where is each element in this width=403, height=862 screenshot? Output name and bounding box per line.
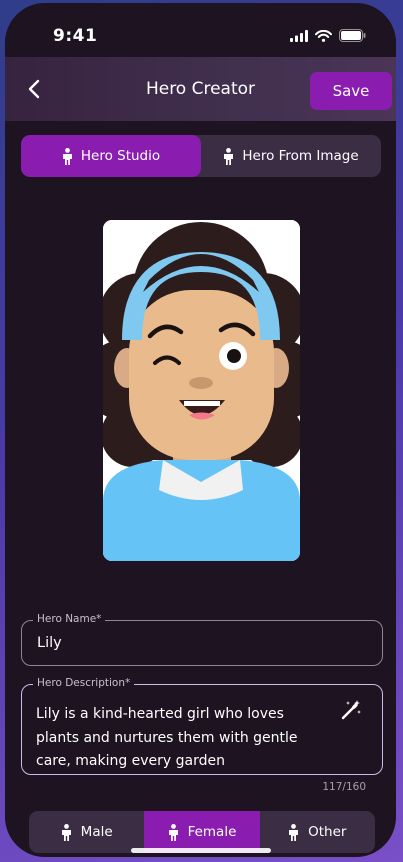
person-icon	[168, 823, 178, 841]
gender-option-female[interactable]: Female	[144, 811, 260, 853]
hero-avatar-preview[interactable]	[103, 220, 300, 561]
status-icons	[290, 29, 366, 42]
hero-description-label: Hero Description*	[33, 677, 135, 689]
gender-option-male[interactable]: Male	[29, 811, 144, 853]
gender-selector: Male Female Other	[29, 811, 375, 853]
gender-option-male-label: Male	[80, 824, 113, 840]
character-counter: 117/160	[322, 781, 366, 793]
hero-name-label: Hero Name*	[33, 613, 106, 625]
person-icon	[61, 823, 71, 841]
magic-wand-icon[interactable]	[340, 699, 362, 721]
person-icon	[224, 147, 234, 165]
gender-option-other-label: Other	[308, 824, 347, 840]
creation-mode-tabs: Hero Studio Hero From Image	[21, 135, 381, 177]
save-button[interactable]: Save	[310, 72, 392, 110]
hero-description-field[interactable]: Hero Description* Lily is a kind-hearted…	[21, 677, 383, 775]
hero-name-field[interactable]: Hero Name* Lily	[21, 613, 383, 666]
signal-icon	[290, 29, 308, 42]
status-bar: 9:41	[5, 3, 396, 57]
tab-hero-studio[interactable]: Hero Studio	[21, 135, 201, 177]
tab-hero-studio-label: Hero Studio	[80, 148, 161, 164]
person-icon	[289, 823, 299, 841]
phone-screen: 9:41 Hero Creator Save Hero Studio Hero …	[5, 3, 396, 857]
girl-avatar-illustration	[103, 220, 300, 561]
hero-name-input[interactable]: Lily	[37, 635, 62, 651]
top-app-bar: Hero Creator Save	[5, 57, 396, 121]
wifi-icon	[315, 29, 332, 42]
hero-description-input[interactable]: Lily is a kind-hearted girl who loves pl…	[36, 703, 326, 773]
gender-option-other[interactable]: Other	[260, 811, 375, 853]
tab-hero-from-image-label: Hero From Image	[242, 148, 359, 164]
home-indicator	[131, 848, 271, 853]
battery-icon	[339, 29, 366, 42]
gender-option-female-label: Female	[187, 824, 237, 840]
tab-hero-from-image[interactable]: Hero From Image	[201, 135, 381, 177]
status-time: 9:41	[53, 26, 98, 46]
person-icon	[62, 147, 72, 165]
